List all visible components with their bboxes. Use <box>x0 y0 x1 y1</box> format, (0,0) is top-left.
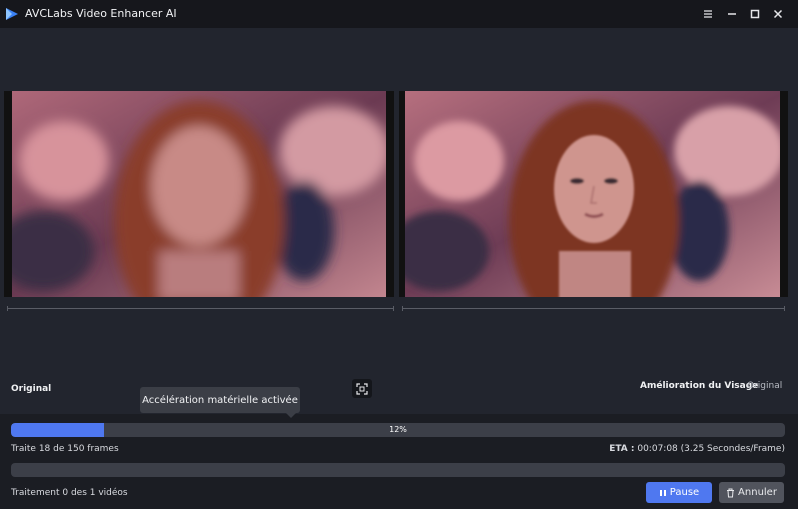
cancel-label: Annuler <box>738 487 777 498</box>
pause-icon <box>659 489 666 496</box>
eta-status: ETA : 00:07:08 (3.25 Secondes/Frame) <box>609 444 785 454</box>
minimize-icon[interactable] <box>724 6 740 22</box>
enhancement-model-label: Amélioration du Visage <box>640 381 759 391</box>
enhanced-timeline-scrubber[interactable] <box>402 306 785 311</box>
close-icon[interactable] <box>770 6 786 22</box>
pause-button[interactable]: Pause <box>646 482 712 503</box>
cancel-button[interactable]: Annuler <box>719 482 784 503</box>
title-bar: AVCLabs Video Enhancer AI <box>0 0 798 28</box>
videos-status: Traitement 0 des 1 vidéos <box>11 488 128 498</box>
original-toggle-label[interactable]: Original <box>747 381 782 391</box>
enhanced-preview <box>399 91 788 297</box>
app-title: AVCLabs Video Enhancer AI <box>25 7 177 20</box>
progress-percent: 12% <box>389 425 407 434</box>
hardware-acceleration-tooltip: Accélération matérielle activée <box>140 387 300 418</box>
progress-bar: 12% <box>11 423 785 437</box>
video-progress-bar <box>11 463 785 477</box>
eta-label: ETA : <box>609 444 635 454</box>
original-timeline-scrubber[interactable] <box>7 306 394 311</box>
app-logo-icon <box>6 8 18 20</box>
pause-label: Pause <box>669 487 700 498</box>
trash-icon <box>727 488 735 497</box>
tooltip-text: Accélération matérielle activée <box>142 394 298 406</box>
menu-icon[interactable] <box>700 6 716 22</box>
original-preview <box>4 91 394 297</box>
frames-status: Traite 18 de 150 frames <box>11 444 119 454</box>
maximize-icon[interactable] <box>747 6 763 22</box>
eta-value: 00:07:08 (3.25 Secondes/Frame) <box>637 444 785 454</box>
fullscreen-compare-icon[interactable] <box>352 379 372 398</box>
original-label: Original <box>11 384 52 394</box>
